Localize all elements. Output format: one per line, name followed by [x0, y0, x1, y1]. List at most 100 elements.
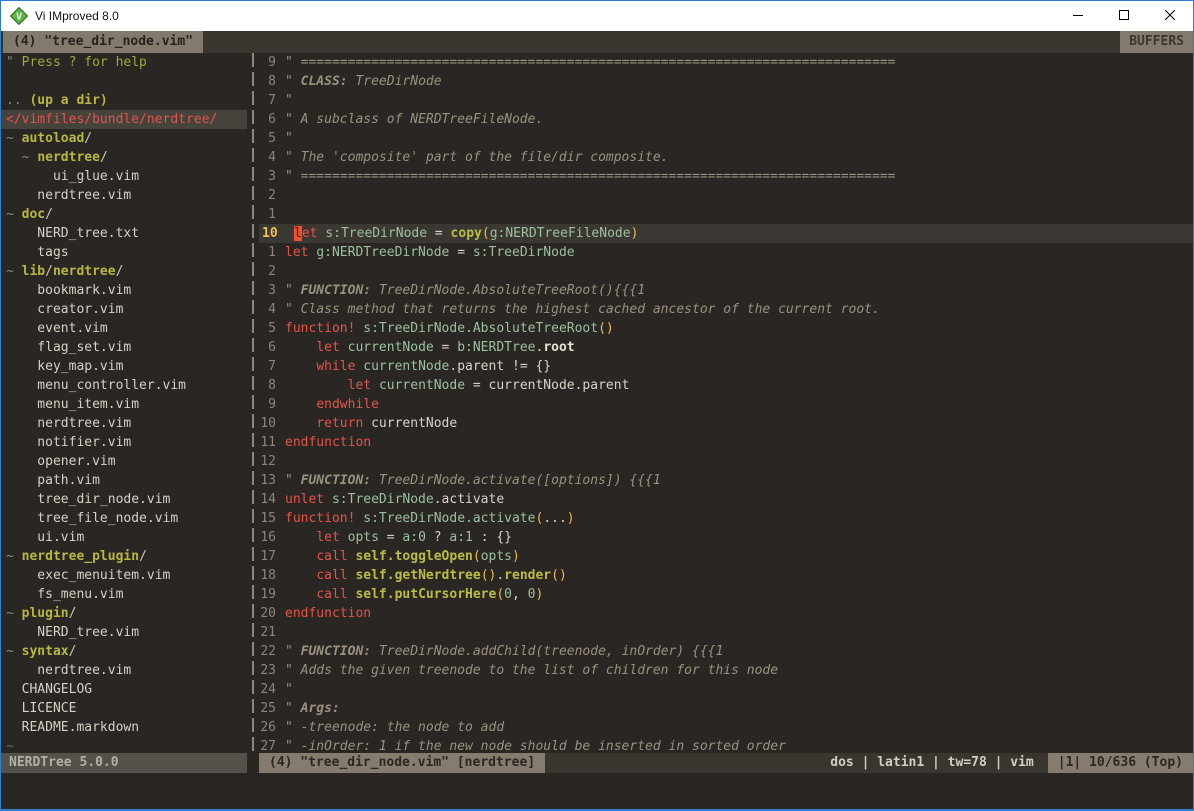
window-controls — [1055, 1, 1193, 31]
nerdtree-row[interactable]: ~ nerdtree/ — [1, 148, 247, 167]
code-line: " — [285, 129, 293, 148]
code-line: " FUNCTION: TreeDirNode.AbsoluteTreeRoot… — [285, 281, 645, 300]
editor-row[interactable]: 27" -inOrder: 1 if the new node should b… — [259, 737, 1193, 753]
nerdtree-row[interactable]: </vimfiles/bundle/nerdtree/ — [1, 110, 247, 129]
editor-row[interactable]: 15function! s:TreeDirNode.activate(...) — [259, 509, 1193, 528]
editor-row[interactable]: 26" -treenode: the node to add — [259, 718, 1193, 737]
nerdtree-row[interactable]: CHANGELOG — [1, 680, 247, 699]
nerdtree-row[interactable]: ~ nerdtree_plugin/ — [1, 547, 247, 566]
editor-pane[interactable]: 9" =====================================… — [259, 53, 1193, 753]
nerdtree-row[interactable]: key_map.vim — [1, 357, 247, 376]
line-number: 14 — [259, 490, 285, 509]
nerdtree-row[interactable]: ~ autoload/ — [1, 129, 247, 148]
code-line: " The 'composite' part of the file/dir c… — [285, 148, 669, 167]
editor-row[interactable]: 12 — [259, 452, 1193, 471]
minimize-button[interactable] — [1055, 1, 1101, 31]
tab-tree-dir-node[interactable]: (4) "tree_dir_node.vim" — [3, 31, 203, 53]
nerdtree-row[interactable]: README.markdown — [1, 718, 247, 737]
editor-row[interactable]: 5" — [259, 129, 1193, 148]
nerdtree-row[interactable]: event.vim — [1, 319, 247, 338]
nerdtree-row[interactable]: path.vim — [1, 471, 247, 490]
nerdtree-row[interactable]: menu_item.vim — [1, 395, 247, 414]
nerdtree-pane[interactable]: " Press ? for help .. (up a dir)</vimfile… — [1, 53, 247, 753]
editor-row[interactable]: 10let s:TreeDirNode = copy(g:NERDTreeFil… — [259, 224, 1193, 243]
nerdtree-row[interactable]: tags — [1, 243, 247, 262]
editor-row[interactable]: 13" FUNCTION: TreeDirNode.activate([opti… — [259, 471, 1193, 490]
nerdtree-row[interactable]: NERD_tree.vim — [1, 623, 247, 642]
nerdtree-row[interactable]: ~ syntax/ — [1, 642, 247, 661]
nerdtree-row[interactable] — [1, 72, 247, 91]
nerdtree-row[interactable]: nerdtree.vim — [1, 661, 247, 680]
editor-row[interactable]: 22" FUNCTION: TreeDirNode.addChild(treen… — [259, 642, 1193, 661]
code-line: unlet s:TreeDirNode.activate — [285, 490, 504, 509]
editor-row[interactable]: 1 — [259, 205, 1193, 224]
editor-row[interactable]: 25" Args: — [259, 699, 1193, 718]
nerdtree-row[interactable]: ~ lib/nerdtree/ — [1, 262, 247, 281]
editor-row[interactable]: 16 let opts = a:0 ? a:1 : {} — [259, 528, 1193, 547]
nerdtree-row[interactable]: LICENCE — [1, 699, 247, 718]
editor-row[interactable]: 1let g:NERDTreeDirNode = s:TreeDirNode — [259, 243, 1193, 262]
maximize-icon — [1119, 7, 1129, 25]
nerdtree-row[interactable]: .. (up a dir) — [1, 91, 247, 110]
editor-row[interactable]: 5function! s:TreeDirNode.AbsoluteTreeRoo… — [259, 319, 1193, 338]
nerdtree-row[interactable]: flag_set.vim — [1, 338, 247, 357]
nerdtree-row[interactable]: creator.vim — [1, 300, 247, 319]
nerdtree-row[interactable]: nerdtree.vim — [1, 186, 247, 205]
editor-row[interactable]: 10 return currentNode — [259, 414, 1193, 433]
editor-row[interactable]: 9 endwhile — [259, 395, 1193, 414]
editor-row[interactable]: 4" Class method that returns the highest… — [259, 300, 1193, 319]
nerdtree-row[interactable]: " Press ? for help — [1, 53, 247, 72]
line-number: 23 — [259, 661, 285, 680]
code-line: " Class method that returns the highest … — [285, 300, 880, 319]
nerdtree-row[interactable]: ~ — [1, 737, 247, 753]
line-number: 9 — [259, 395, 285, 414]
nerdtree-row[interactable]: nerdtree.vim — [1, 414, 247, 433]
main-area: " Press ? for help .. (up a dir)</vimfile… — [1, 53, 1193, 753]
editor-row[interactable]: 11endfunction — [259, 433, 1193, 452]
nerdtree-row[interactable]: tree_file_node.vim — [1, 509, 247, 528]
line-number: 16 — [259, 528, 285, 547]
line-number: 12 — [259, 452, 285, 471]
editor-row[interactable]: 23" Adds the given treenode to the list … — [259, 661, 1193, 680]
statusline-gap — [247, 753, 259, 773]
nerdtree-row[interactable]: ~ plugin/ — [1, 604, 247, 623]
statusline-position: |1| 10/636 (Top) — [1048, 753, 1193, 773]
editor-row[interactable]: 6 let currentNode = b:NERDTree.root — [259, 338, 1193, 357]
close-button[interactable] — [1147, 1, 1193, 31]
nerdtree-row[interactable]: notifier.vim — [1, 433, 247, 452]
editor-row[interactable]: 20endfunction — [259, 604, 1193, 623]
nerdtree-row[interactable]: ui.vim — [1, 528, 247, 547]
nerdtree-row[interactable]: NERD_tree.txt — [1, 224, 247, 243]
editor-row[interactable]: 2 — [259, 262, 1193, 281]
nerdtree-row[interactable]: tree_dir_node.vim — [1, 490, 247, 509]
editor-row[interactable]: 3" FUNCTION: TreeDirNode.AbsoluteTreeRoo… — [259, 281, 1193, 300]
maximize-button[interactable] — [1101, 1, 1147, 31]
editor-row[interactable]: 7 while currentNode.parent != {} — [259, 357, 1193, 376]
command-line[interactable] — [1, 773, 1193, 809]
editor-row[interactable]: 21 — [259, 623, 1193, 642]
editor-row[interactable]: 8 let currentNode = currentNode.parent — [259, 376, 1193, 395]
editor-row[interactable]: 9" =====================================… — [259, 53, 1193, 72]
nerdtree-row[interactable]: ~ doc/ — [1, 205, 247, 224]
editor-row[interactable]: 2 — [259, 186, 1193, 205]
editor-row[interactable]: 17 call self.toggleOpen(opts) — [259, 547, 1193, 566]
editor-row[interactable]: 18 call self.getNerdtree().render() — [259, 566, 1193, 585]
code-line: let currentNode = b:NERDTree.root — [285, 338, 575, 357]
editor-row[interactable]: 6" A subclass of NERDTreeFileNode. — [259, 110, 1193, 129]
editor-row[interactable]: 7" — [259, 91, 1193, 110]
editor-row[interactable]: 14unlet s:TreeDirNode.activate — [259, 490, 1193, 509]
editor-row[interactable]: 8" CLASS: TreeDirNode — [259, 72, 1193, 91]
nerdtree-row[interactable]: opener.vim — [1, 452, 247, 471]
window-separator[interactable] — [247, 53, 259, 753]
nerdtree-row[interactable]: fs_menu.vim — [1, 585, 247, 604]
editor-row[interactable]: 3" =====================================… — [259, 167, 1193, 186]
editor-row[interactable]: 4" The 'composite' part of the file/dir … — [259, 148, 1193, 167]
code-line: " FUNCTION: TreeDirNode.activate([option… — [285, 471, 661, 490]
editor-row[interactable]: 24" — [259, 680, 1193, 699]
nerdtree-row[interactable]: exec_menuitem.vim — [1, 566, 247, 585]
editor-row[interactable]: 19 call self.putCursorHere(0, 0) — [259, 585, 1193, 604]
nerdtree-row[interactable]: ui_glue.vim — [1, 167, 247, 186]
nerdtree-row[interactable]: bookmark.vim — [1, 281, 247, 300]
window-title: Vi IMproved 8.0 — [35, 9, 119, 23]
nerdtree-row[interactable]: menu_controller.vim — [1, 376, 247, 395]
